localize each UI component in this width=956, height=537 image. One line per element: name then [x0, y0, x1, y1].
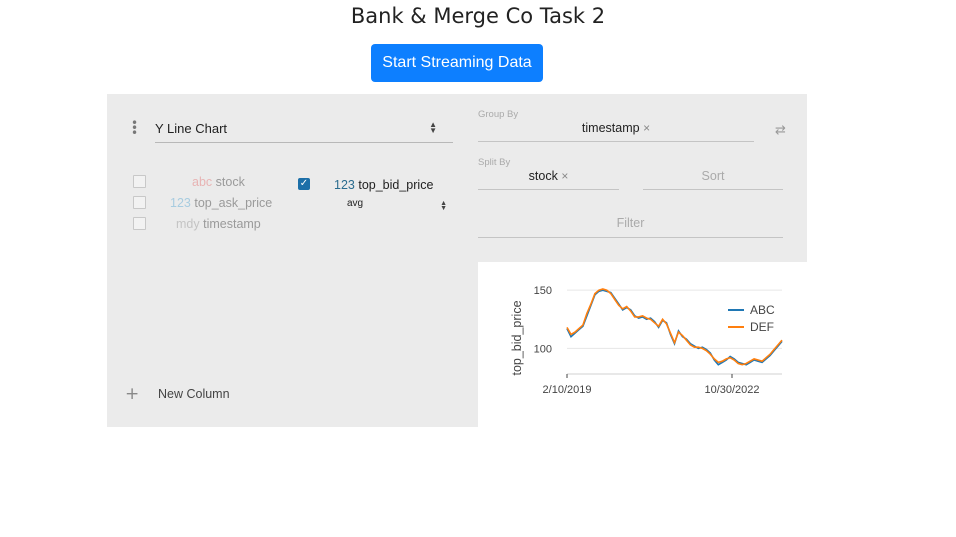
- x-tick-label: 2/10/2019: [543, 384, 592, 396]
- start-streaming-button[interactable]: Start Streaming Data: [371, 44, 543, 82]
- remove-icon[interactable]: ×: [561, 169, 568, 183]
- y-tick-label: 150: [534, 285, 552, 297]
- page-title: Bank & Merge Co Task 2: [350, 4, 606, 28]
- number-type-icon: 123: [334, 178, 355, 192]
- legend-label-def: DEF: [750, 320, 774, 334]
- filter-field[interactable]: Filter: [478, 216, 783, 238]
- add-icon[interactable]: +: [125, 384, 139, 404]
- drag-handle-icon[interactable]: • • •: [131, 117, 138, 139]
- plugin-select-value: Y Line Chart: [155, 121, 228, 136]
- split-by-value: stock: [528, 169, 558, 183]
- column-name: top_bid_price: [358, 178, 434, 192]
- string-type-icon: abc: [192, 175, 213, 189]
- legend-label-abc: ABC: [750, 303, 775, 317]
- y-axis-label: top_bid_price: [510, 300, 524, 375]
- y-tick-label: 100: [534, 343, 552, 355]
- plugin-select[interactable]: Y Line Chart ▲ ▼: [155, 118, 453, 143]
- active-column-top-bid-price[interactable]: 123 top_bid_price: [334, 178, 433, 192]
- new-column-button[interactable]: New Column: [158, 387, 230, 401]
- column-checkbox-timestamp[interactable]: [133, 217, 146, 230]
- swap-icon[interactable]: ⇄: [775, 123, 786, 138]
- column-stock[interactable]: abc stock: [192, 175, 245, 189]
- column-timestamp[interactable]: mdy timestamp: [176, 217, 261, 231]
- x-tick-label: 10/30/2022: [704, 384, 759, 396]
- aggregate-value: avg: [347, 198, 364, 209]
- remove-icon[interactable]: ×: [643, 121, 650, 135]
- split-by-label: Split By: [478, 157, 511, 168]
- active-column-checkbox[interactable]: ✓: [298, 178, 310, 190]
- line-chart[interactable]: 100 150 2/10/2019 10/30/2022 top_bid_price AB…: [478, 262, 807, 427]
- column-checkbox-top-ask-price[interactable]: [133, 196, 146, 209]
- select-caret-icon: ▲ ▼: [429, 120, 437, 135]
- column-name: timestamp: [203, 217, 261, 231]
- number-type-icon: 123: [170, 196, 191, 210]
- chart-container: 100 150 2/10/2019 10/30/2022 top_bid_price AB…: [478, 262, 807, 427]
- column-checkbox-stock[interactable]: [133, 175, 146, 188]
- select-caret-icon: ▲ ▼: [440, 200, 447, 212]
- aggregate-select[interactable]: avg ▲ ▼: [347, 198, 449, 216]
- date-type-icon: mdy: [176, 217, 200, 231]
- group-by-value: timestamp: [581, 121, 640, 135]
- column-name: stock: [215, 175, 245, 189]
- group-by-field[interactable]: timestamp ×: [478, 121, 754, 142]
- column-name: top_ask_price: [194, 196, 273, 210]
- sort-field[interactable]: Sort: [643, 169, 783, 190]
- group-by-label: Group By: [478, 109, 519, 120]
- column-top-ask-price[interactable]: 123 top_ask_price: [170, 196, 272, 210]
- split-by-field[interactable]: stock ×: [478, 169, 619, 190]
